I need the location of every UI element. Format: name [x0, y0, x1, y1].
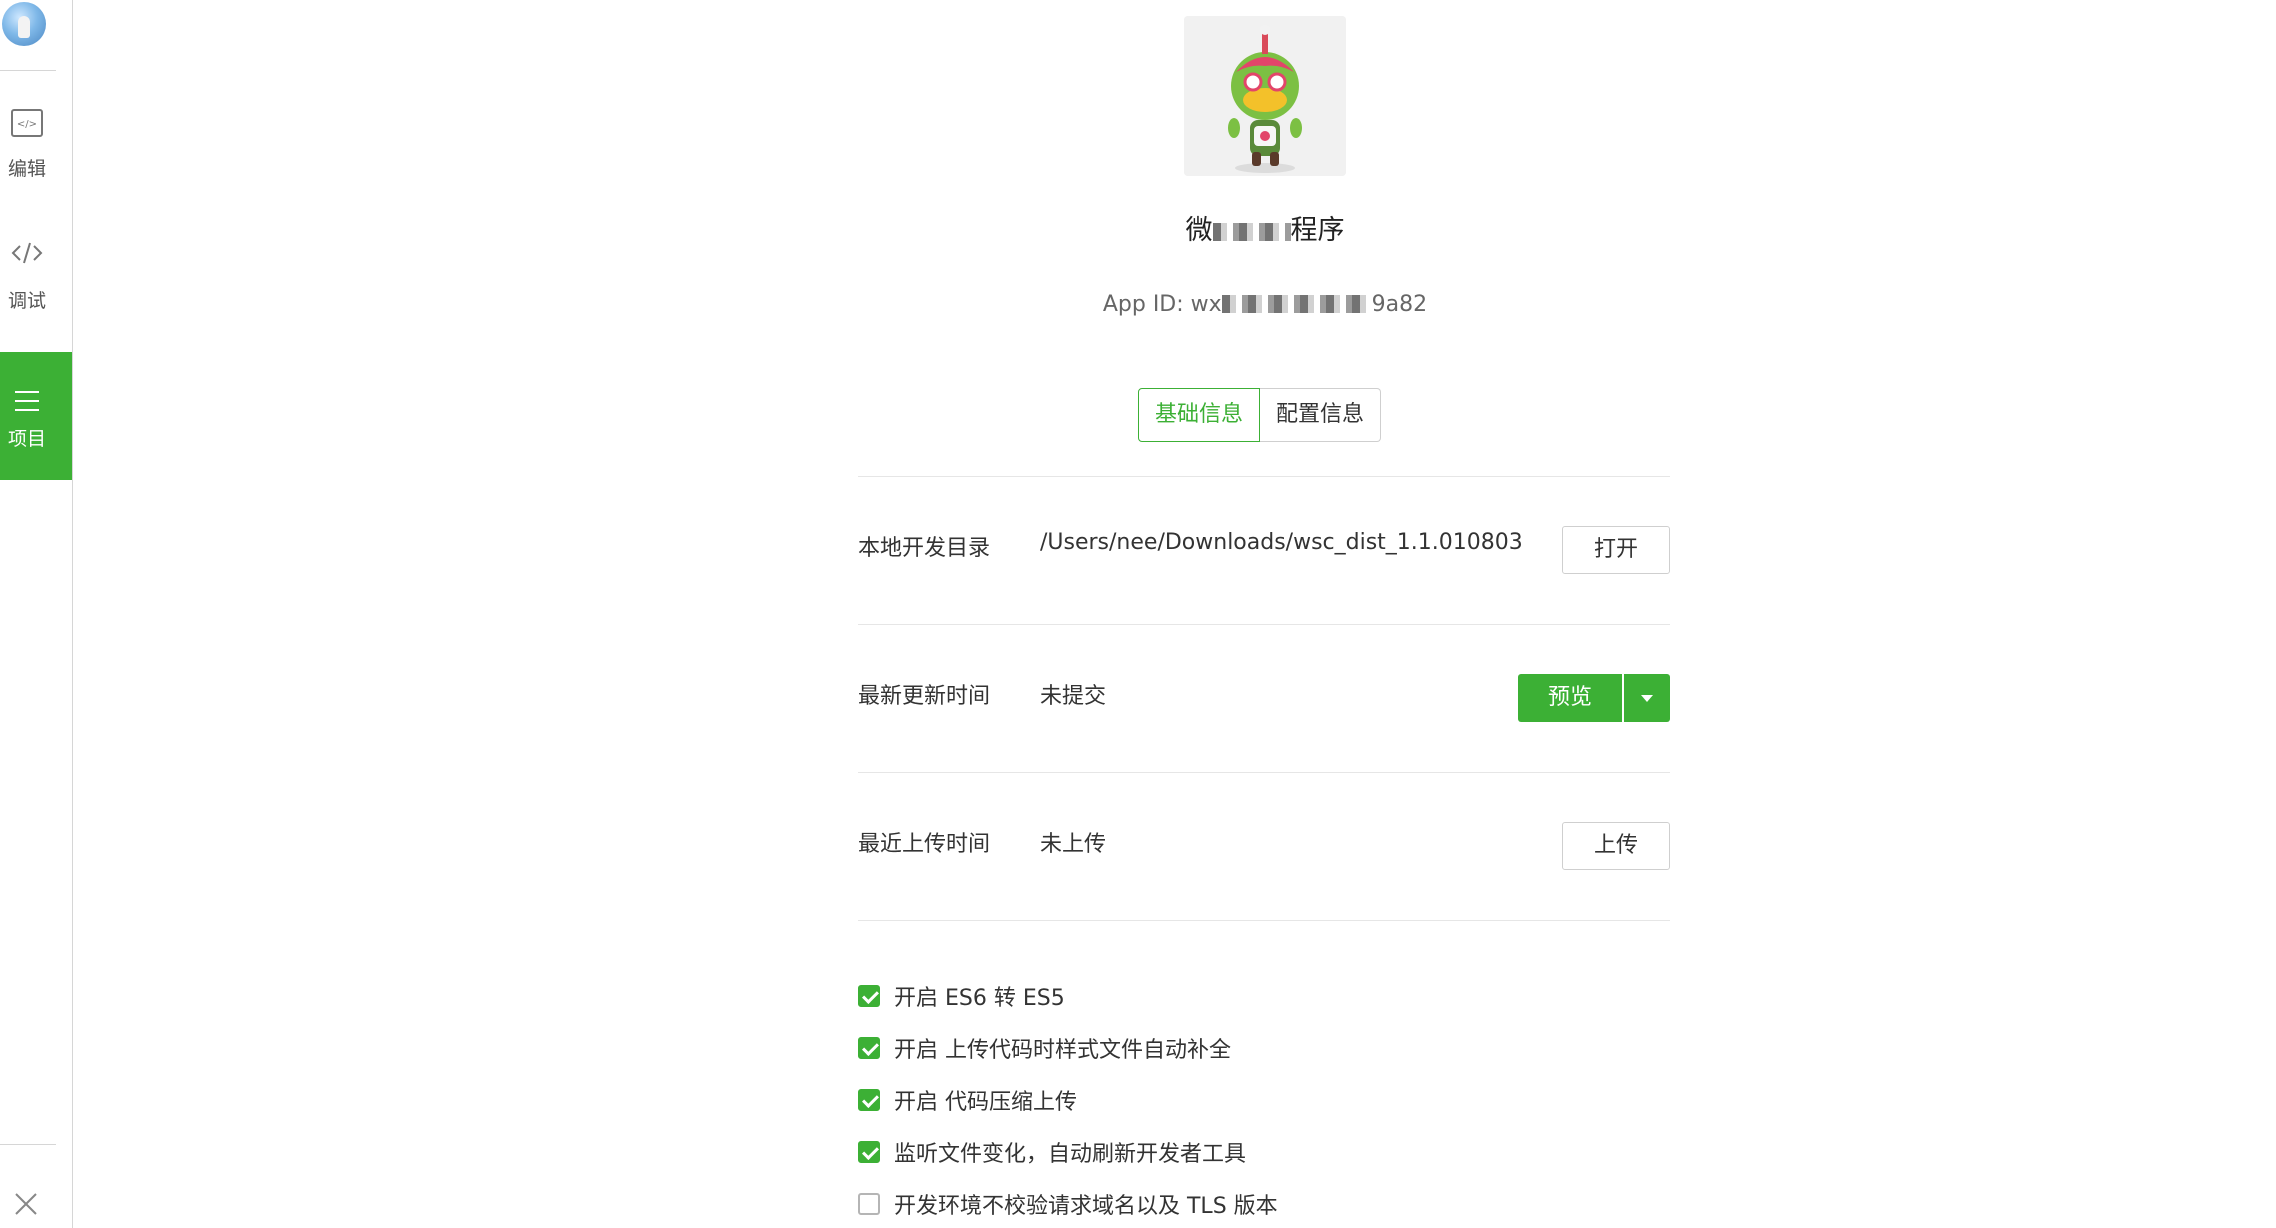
divider [858, 476, 1670, 477]
avatar[interactable] [2, 2, 46, 46]
sidebar: </> 编辑 调试 项目 关闭 [0, 0, 73, 1228]
option-skip-domain-check[interactable]: 开发环境不校验请求域名以及 TLS 版本 [858, 1178, 1278, 1228]
checkbox[interactable] [858, 1141, 880, 1163]
checkbox[interactable] [858, 1193, 880, 1215]
latest-upload-label: 最近上传时间 [858, 832, 991, 857]
sidebar-divider [0, 1144, 56, 1145]
app-id-suffix: 9a82 [1371, 292, 1428, 317]
sidebar-item-label: 编辑 [7, 158, 46, 180]
preview-dropdown-button[interactable] [1624, 674, 1670, 722]
option-watch-files[interactable]: 监听文件变化，自动刷新开发者工具 [858, 1126, 1278, 1178]
options-list: 开启 ES6 转 ES5 开启 上传代码时样式文件自动补全 开启 代码压缩上传 … [858, 970, 1278, 1228]
menu-icon [15, 391, 39, 411]
local-dir-value: /Users/nee/Downloads/wsc_dist_1.1.010803 [1040, 530, 1523, 555]
open-button[interactable]: 打开 [1562, 526, 1670, 574]
svg-text:</>: </> [17, 119, 37, 130]
project-name: 微 程序 [1112, 208, 1418, 247]
app-id: App ID: wx 9a82 [1032, 292, 1498, 317]
option-es6-to-es5[interactable]: 开启 ES6 转 ES5 [858, 970, 1278, 1022]
close-label: 关闭 [0, 1224, 54, 1228]
project-mascot-image [1184, 16, 1346, 176]
preview-button[interactable]: 预览 [1518, 674, 1622, 722]
app-id-prefix: App ID: wx [1102, 292, 1222, 317]
latest-upload-value: 未上传 [1040, 832, 1107, 857]
divider [858, 624, 1670, 625]
latest-update-label: 最新更新时间 [858, 684, 991, 709]
close-icon[interactable] [10, 1188, 42, 1220]
latest-update-value: 未提交 [1040, 684, 1107, 709]
option-label: 开启 代码压缩上传 [894, 1090, 1077, 1115]
option-label: 监听文件变化，自动刷新开发者工具 [894, 1142, 1247, 1167]
app-window: </> 编辑 调试 项目 关闭 [0, 0, 2276, 1228]
option-label: 开发环境不校验请求域名以及 TLS 版本 [894, 1194, 1278, 1219]
redacted-text [1212, 223, 1291, 241]
sidebar-item-label: 项目 [7, 428, 46, 450]
option-style-autocomplete[interactable]: 开启 上传代码时样式文件自动补全 [858, 1022, 1278, 1074]
project-avatar [1184, 16, 1346, 176]
main-panel: 微 程序 App ID: wx 9a82 基础信息 配置信息 本地开发目录 /Use… [72, 0, 2276, 1228]
project-name-prefix: 微 [1185, 215, 1213, 246]
option-label: 开启 ES6 转 ES5 [894, 986, 1065, 1011]
project-name-suffix: 程序 [1290, 215, 1345, 246]
code-icon [11, 242, 43, 264]
upload-button[interactable]: 上传 [1562, 822, 1670, 870]
sidebar-item-debug[interactable]: 调试 [0, 226, 72, 354]
info-tabs: 基础信息 配置信息 [1138, 388, 1382, 442]
divider [858, 772, 1670, 773]
tab-basic-info[interactable]: 基础信息 [1138, 388, 1261, 442]
sidebar-divider [0, 70, 56, 71]
redacted-text [1221, 295, 1372, 313]
sidebar-item-project[interactable]: 项目 [0, 352, 72, 480]
tab-config-info[interactable]: 配置信息 [1260, 388, 1382, 442]
checkbox[interactable] [858, 985, 880, 1007]
option-label: 开启 上传代码时样式文件自动补全 [894, 1038, 1231, 1063]
sidebar-item-label: 调试 [7, 290, 46, 312]
caret-down-icon [1641, 695, 1653, 702]
sidebar-item-editor[interactable]: </> 编辑 [0, 92, 72, 220]
divider [858, 920, 1670, 921]
local-dir-label: 本地开发目录 [858, 536, 991, 561]
checkbox[interactable] [858, 1089, 880, 1111]
checkbox[interactable] [858, 1037, 880, 1059]
editor-icon: </> [11, 109, 43, 137]
option-minify-upload[interactable]: 开启 代码压缩上传 [858, 1074, 1278, 1126]
